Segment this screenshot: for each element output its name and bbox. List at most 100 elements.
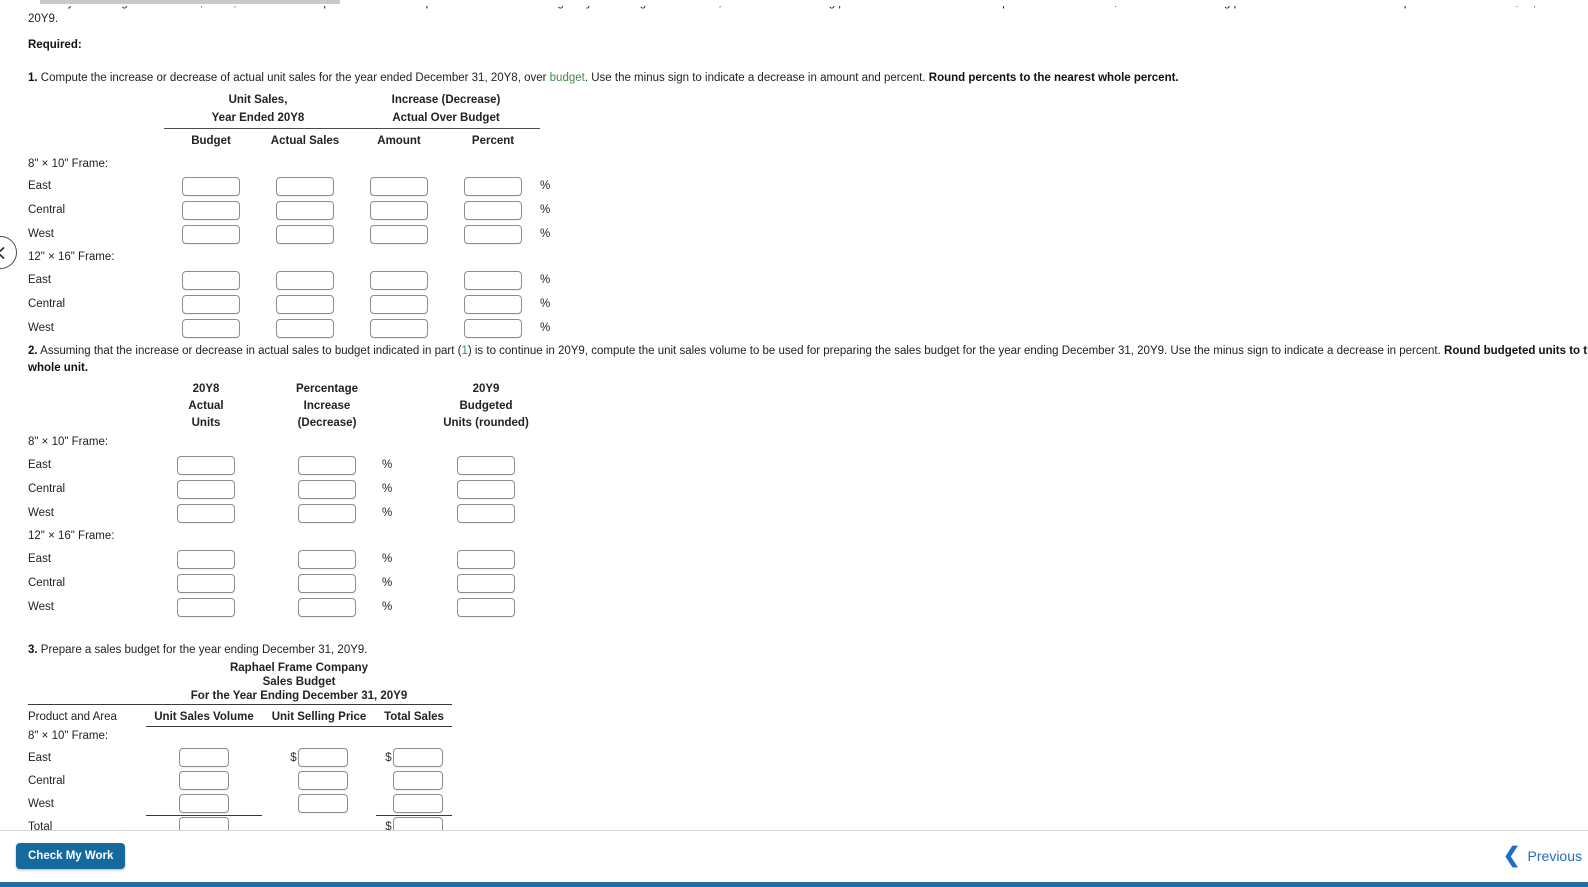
table-part1-col-amount: Amount — [377, 134, 421, 147]
table-part2-col3-line3: Units (rounded) — [443, 416, 529, 429]
cell-budgeted-units — [406, 547, 566, 571]
input-part2-s1-east-percent[interactable] — [298, 455, 356, 475]
chevron-left-icon: ❮ — [1502, 844, 1521, 867]
input-part3-central-total[interactable] — [392, 771, 443, 790]
input-part2-s2-central-percent[interactable] — [298, 573, 356, 593]
percent-symbol: % — [382, 459, 393, 471]
table-part1-col-actual-sales: Actual Sales — [270, 134, 340, 147]
table-part2-header-row1: 20Y8 Percentage 20Y9 — [28, 380, 566, 397]
input-part1-s2-central-amount[interactable] — [370, 294, 428, 314]
requirement-2-text-wrap: whole unit. — [28, 358, 88, 378]
input-part1-s1-east-percent[interactable] — [464, 176, 522, 196]
cell-actual-units — [140, 547, 272, 571]
budget-link[interactable]: budget — [550, 72, 585, 84]
input-part2-s1-central-budgeted[interactable] — [457, 479, 515, 499]
percent-symbol: % — [540, 180, 551, 192]
input-part1-s1-west-percent[interactable] — [464, 224, 522, 244]
cell-actual — [258, 316, 352, 340]
input-part1-s1-central-amount[interactable] — [370, 200, 428, 220]
required-label: Required: — [28, 39, 82, 51]
table-row: East % — [28, 547, 566, 571]
cell-actual — [258, 292, 352, 316]
input-part1-s1-east-budget[interactable] — [182, 176, 240, 196]
input-part1-s2-west-actual[interactable] — [276, 318, 334, 338]
input-part2-s1-west-percent[interactable] — [298, 503, 356, 523]
input-part2-s2-central-budgeted[interactable] — [457, 573, 515, 593]
input-part2-s1-east-actual-units[interactable] — [177, 455, 235, 475]
cell-budget — [164, 174, 258, 198]
input-part1-s2-central-actual[interactable] — [276, 294, 334, 314]
percent-symbol: % — [540, 274, 551, 286]
input-part2-s2-central-actual-units[interactable] — [177, 573, 235, 593]
input-part2-s1-west-budgeted[interactable] — [457, 503, 515, 523]
input-part3-central-volume[interactable] — [179, 771, 229, 790]
input-part1-s2-east-budget[interactable] — [182, 270, 240, 290]
cell-budgeted-units — [406, 453, 566, 477]
input-part3-east-total[interactable] — [392, 748, 443, 767]
input-part2-s2-west-percent[interactable] — [298, 597, 356, 617]
input-part1-s1-east-actual[interactable] — [276, 176, 334, 196]
sales-budget-company-name: Raphael Frame Company — [229, 662, 369, 674]
cell-unit-volume — [146, 769, 262, 792]
input-part1-s1-central-percent[interactable] — [464, 200, 522, 220]
input-part2-s1-west-actual-units[interactable] — [177, 503, 235, 523]
input-part1-s2-east-amount[interactable] — [370, 270, 428, 290]
table-part2-s2-row-east: East — [28, 553, 52, 565]
table-part1-section-header: 8" × 10" Frame: — [28, 153, 560, 174]
input-part1-s2-central-budget[interactable] — [182, 294, 240, 314]
input-part1-s1-east-amount[interactable] — [370, 176, 428, 196]
input-part1-s1-west-actual[interactable] — [276, 224, 334, 244]
table-part1-s2-row-east: East — [28, 274, 52, 286]
cell-unit-price — [262, 769, 376, 792]
input-part3-total-volume[interactable] — [179, 817, 229, 830]
check-my-work-button[interactable]: Check My Work — [16, 843, 126, 869]
cell-budgeted-units — [406, 501, 566, 525]
table-part2-section2-title: 12" × 16" Frame: — [28, 530, 115, 542]
input-part3-east-price[interactable] — [297, 748, 348, 767]
table-part3: Raphael Frame Company Sales Budget For t… — [28, 661, 452, 830]
cell-unit-price-total — [262, 815, 376, 830]
input-part2-s1-east-budgeted[interactable] — [457, 455, 515, 475]
input-part1-s2-west-percent[interactable] — [464, 318, 522, 338]
input-part3-total-total[interactable] — [392, 817, 443, 830]
cell-actual — [258, 174, 352, 198]
input-part2-s2-west-actual-units[interactable] — [177, 597, 235, 617]
input-part1-s2-east-percent[interactable] — [464, 270, 522, 290]
input-part3-central-price[interactable] — [297, 771, 348, 790]
input-part1-s1-west-amount[interactable] — [370, 224, 428, 244]
currency-symbol: $ — [290, 751, 297, 764]
table-part1-s1-row-central: Central — [28, 204, 66, 216]
input-part2-s2-east-budgeted[interactable] — [457, 549, 515, 569]
input-part2-s1-central-percent[interactable] — [298, 479, 356, 499]
previous-link[interactable]: ❮ Previous — [1503, 845, 1582, 866]
table-part1-column-header-row: Budget Actual Sales Amount Percent — [28, 128, 560, 153]
currency-symbol: $ — [385, 820, 392, 830]
input-part2-s2-west-budgeted[interactable] — [457, 597, 515, 617]
table-part1-section-header: 12" × 16" Frame: — [28, 246, 560, 268]
percent-symbol: % — [382, 483, 393, 495]
input-part1-s1-central-actual[interactable] — [276, 200, 334, 220]
table-part2-header-row2: Actual Increase Budgeted — [28, 397, 566, 414]
table-part3-col-unit-sales-volume: Unit Sales Volume — [146, 703, 262, 727]
cell-unit-volume — [146, 746, 262, 769]
input-part3-west-total[interactable] — [392, 793, 443, 813]
cell-pct-change — [272, 501, 382, 525]
input-part3-west-volume[interactable] — [179, 793, 229, 813]
input-part2-s1-central-actual-units[interactable] — [177, 479, 235, 499]
table-part2-section-header: 12" × 16" Frame: — [28, 525, 566, 547]
requirement-1-number: 1. — [28, 72, 38, 84]
input-part3-west-price[interactable] — [297, 794, 348, 813]
input-part1-s2-west-amount[interactable] — [370, 318, 428, 338]
input-part2-s2-east-percent[interactable] — [298, 549, 356, 569]
cell-actual-units — [140, 501, 272, 525]
input-part1-s2-west-budget[interactable] — [182, 318, 240, 338]
requirement-2-text-a: Assuming that the increase or decrease i… — [40, 345, 462, 357]
browser-chrome-clip — [0, 0, 1588, 6]
input-part2-s2-east-actual-units[interactable] — [177, 549, 235, 569]
input-part1-s2-central-percent[interactable] — [464, 294, 522, 314]
cell-budget — [164, 222, 258, 246]
input-part1-s1-central-budget[interactable] — [182, 200, 240, 220]
input-part1-s2-east-actual[interactable] — [276, 270, 334, 290]
input-part1-s1-west-budget[interactable] — [182, 224, 240, 244]
input-part3-east-volume[interactable] — [179, 748, 229, 767]
